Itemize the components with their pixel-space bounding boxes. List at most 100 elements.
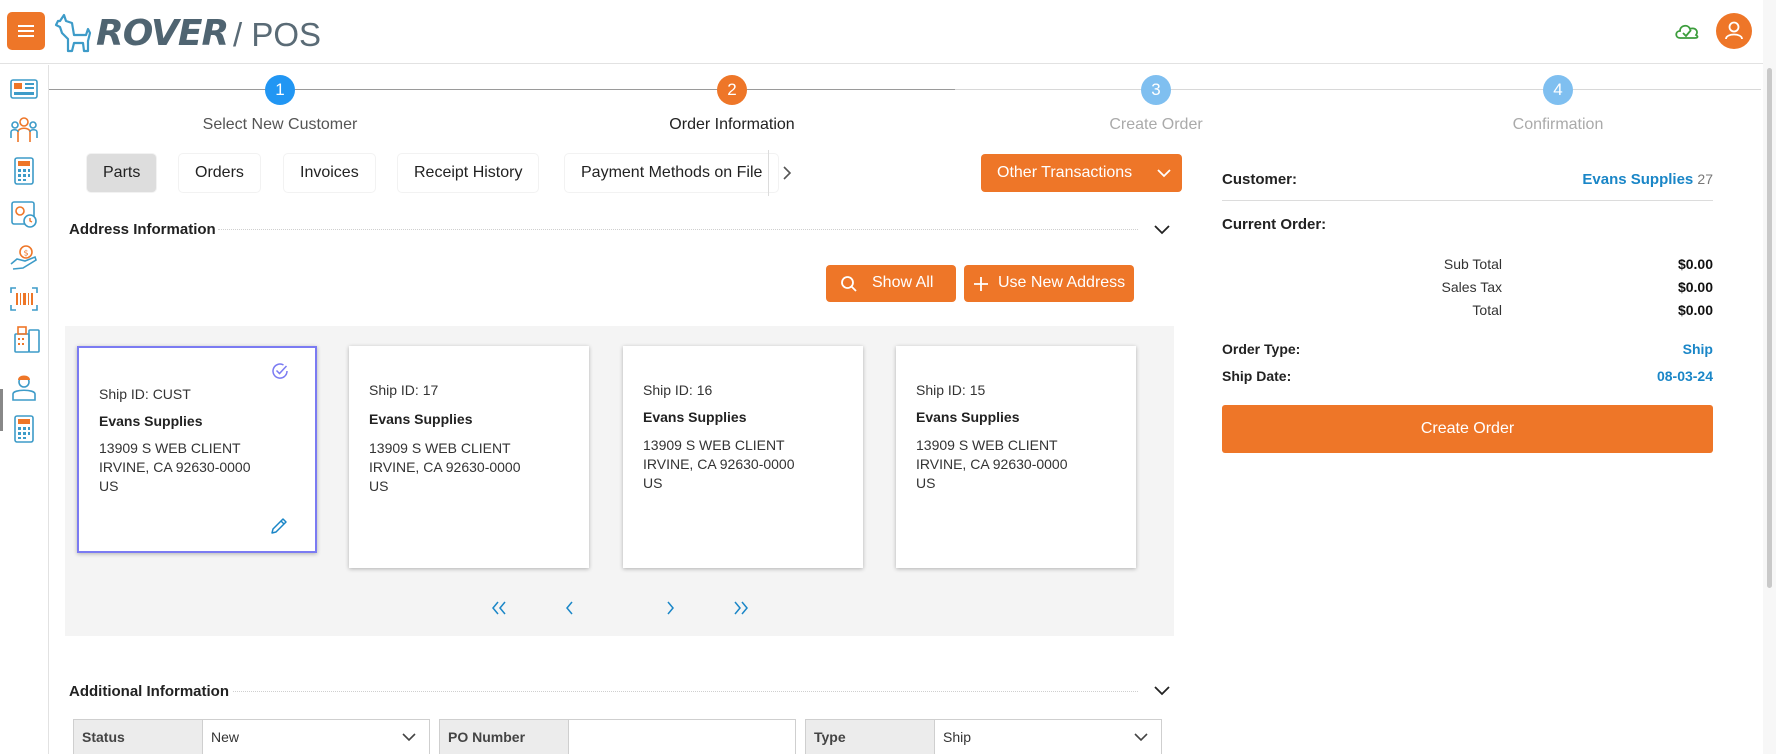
- show-all-button[interactable]: Show All: [826, 265, 956, 302]
- search-icon: [841, 276, 857, 292]
- next-page-icon[interactable]: [660, 598, 682, 618]
- address-card-selected[interactable]: Ship ID: CUST Evans Supplies 13909 S WEB…: [77, 346, 317, 553]
- customer-name-link[interactable]: Evans Supplies: [1582, 171, 1693, 188]
- total-value: $0.00: [1677, 302, 1713, 318]
- address-card[interactable]: Ship ID: 17 Evans Supplies 13909 S WEB C…: [349, 346, 589, 568]
- tab-parts[interactable]: Parts: [87, 154, 157, 192]
- total-label: Total: [1472, 302, 1502, 318]
- edit-pencil-icon[interactable]: [269, 516, 289, 536]
- step-2-label[interactable]: Order Information: [612, 116, 852, 134]
- ship-date-value[interactable]: 08-03-24: [1613, 368, 1713, 384]
- tab-payment-methods[interactable]: Payment Methods on File: [565, 154, 779, 192]
- ship-address-line1: 13909 S WEB CLIENT: [916, 437, 1058, 453]
- type-value: Ship: [943, 729, 972, 745]
- ship-date-label: Ship Date:: [1222, 368, 1292, 384]
- ship-address-line1: 13909 S WEB CLIENT: [369, 440, 511, 456]
- menu-button[interactable]: [7, 12, 45, 50]
- pos-terminal-icon[interactable]: [12, 324, 42, 354]
- address-section-rule: [218, 229, 1138, 230]
- rover-dog-logo-icon: [54, 13, 92, 53]
- ship-address-line3: US: [369, 478, 389, 494]
- ship-id: Ship ID: 16: [643, 382, 713, 398]
- address-collapse-chevron-icon[interactable]: [1153, 224, 1171, 236]
- last-page-icon[interactable]: [730, 598, 752, 618]
- logo-suffix: / POS: [233, 16, 322, 53]
- order-type-value[interactable]: Ship: [1613, 341, 1713, 357]
- other-transactions-button[interactable]: Other Transactions: [981, 154, 1182, 192]
- ship-address-line3: US: [99, 478, 119, 494]
- ship-address-line1: 13909 S WEB CLIENT: [643, 437, 785, 453]
- chevron-down-icon: [402, 733, 416, 742]
- customer-value: Evans Supplies 27: [1540, 171, 1713, 188]
- current-order-label: Current Order:: [1222, 216, 1327, 233]
- step-1-circle[interactable]: 1: [265, 75, 295, 105]
- chevron-down-icon: [1157, 169, 1171, 178]
- chevron-right-icon[interactable]: [776, 160, 798, 186]
- chevron-down-icon: [1134, 733, 1148, 742]
- ship-name: Evans Supplies: [369, 411, 473, 427]
- ship-address-line1: 13909 S WEB CLIENT: [99, 440, 241, 456]
- ship-name: Evans Supplies: [916, 409, 1020, 425]
- step-1-label[interactable]: Select New Customer: [160, 116, 400, 134]
- subtotal-label: Sub Total: [1443, 256, 1502, 272]
- logo-brand: ROVER: [96, 13, 229, 54]
- tab-receipt-history[interactable]: Receipt History: [398, 154, 539, 192]
- prev-page-icon[interactable]: [558, 598, 580, 618]
- cloud-sync-icon[interactable]: [1673, 20, 1701, 42]
- barcode-scan-icon[interactable]: [9, 284, 39, 314]
- step-2-circle[interactable]: 2: [717, 75, 747, 105]
- calculator-icon[interactable]: [9, 156, 39, 186]
- additional-section-title: Additional Information: [69, 683, 229, 700]
- scrollbar-thumb[interactable]: [1767, 68, 1772, 588]
- status-value: New: [211, 729, 240, 745]
- po-number-label: PO Number: [440, 720, 569, 754]
- user-account-button[interactable]: [1716, 13, 1752, 49]
- stepper-track-pending: [955, 89, 1761, 90]
- summary-divider: [1222, 200, 1713, 201]
- ship-address-line3: US: [916, 475, 936, 491]
- ship-address-line3: US: [643, 475, 663, 491]
- use-new-address-label: Use New Address: [998, 274, 1126, 291]
- ship-name: Evans Supplies: [99, 413, 203, 429]
- additional-section-rule: [233, 691, 1138, 692]
- address-card[interactable]: Ship ID: 15 Evans Supplies 13909 S WEB C…: [896, 346, 1136, 568]
- use-new-address-button[interactable]: Use New Address: [964, 265, 1134, 302]
- ship-address-line2: IRVINE, CA 92630-0000: [643, 456, 795, 472]
- sidebar: $: [0, 65, 49, 754]
- po-number-field[interactable]: PO Number: [439, 719, 796, 754]
- ship-address-line2: IRVINE, CA 92630-0000: [369, 459, 521, 475]
- calculator-alt-icon[interactable]: [9, 414, 39, 444]
- ship-address-line2: IRVINE, CA 92630-0000: [916, 456, 1068, 472]
- tab-orders[interactable]: Orders: [179, 154, 260, 192]
- address-section-title: Address Information: [69, 221, 216, 238]
- ship-id: Ship ID: CUST: [99, 386, 191, 402]
- step-4-label: Confirmation: [1512, 116, 1604, 133]
- type-label: Type: [806, 720, 935, 754]
- step-4-circle: 4: [1543, 75, 1573, 105]
- create-order-button[interactable]: Create Order: [1222, 405, 1713, 453]
- ship-name: Evans Supplies: [643, 409, 747, 425]
- other-transactions-label: Other Transactions: [997, 164, 1133, 181]
- plus-icon: [974, 277, 988, 291]
- payment-hand-icon[interactable]: $: [9, 242, 39, 272]
- subtotal-value: $0.00: [1677, 256, 1713, 272]
- sidebar-active-indicator: [0, 389, 3, 431]
- step-3-label: Create Order: [1109, 116, 1203, 133]
- tab-scroll-divider: [768, 150, 769, 196]
- address-card[interactable]: Ship ID: 16 Evans Supplies 13909 S WEB C…: [623, 346, 863, 568]
- additional-collapse-chevron-icon[interactable]: [1153, 685, 1171, 697]
- dashboard-icon[interactable]: [9, 74, 39, 104]
- user-icon: [1725, 21, 1743, 40]
- ship-id: Ship ID: 17: [369, 382, 439, 398]
- type-select[interactable]: Type Ship: [805, 719, 1162, 754]
- status-select[interactable]: Status New: [73, 719, 430, 754]
- reports-icon[interactable]: [9, 199, 39, 229]
- check-circle-icon: [272, 363, 288, 379]
- customers-icon[interactable]: [9, 114, 39, 144]
- technician-icon[interactable]: [9, 372, 39, 402]
- sales-tax-label: Sales Tax: [1441, 279, 1502, 295]
- first-page-icon[interactable]: [488, 598, 510, 618]
- ship-id: Ship ID: 15: [916, 382, 986, 398]
- show-all-label: Show All: [872, 274, 934, 291]
- tab-invoices[interactable]: Invoices: [284, 154, 375, 192]
